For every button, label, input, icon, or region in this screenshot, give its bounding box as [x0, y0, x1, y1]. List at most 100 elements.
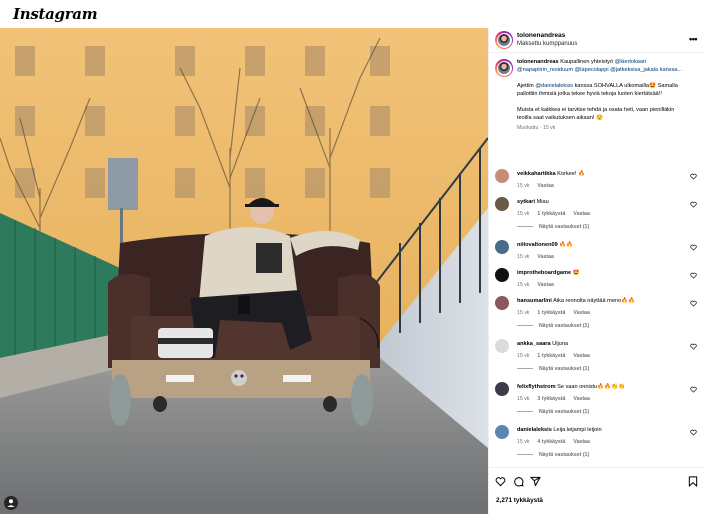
- comment-body: niilovaltonen09 🔥🔥: [517, 242, 573, 248]
- comment-username[interactable]: hansumarlini: [517, 298, 552, 304]
- comment-text: Se vaan onnistu🔥🔥👏👏: [557, 384, 626, 390]
- comment-avatar[interactable]: [495, 240, 509, 254]
- caption-edited-time: Muokattu · 15 vk: [517, 125, 556, 131]
- heart-icon[interactable]: [690, 386, 697, 393]
- view-replies-button[interactable]: Näytä vastaukset (1): [517, 409, 589, 415]
- comment-username[interactable]: niilovaltonen09: [517, 242, 558, 248]
- user-tag-button[interactable]: [4, 496, 18, 510]
- comment-username[interactable]: danielaleksis: [517, 427, 552, 433]
- comment-icon[interactable]: [513, 476, 524, 487]
- comment-text: Aika rennolta näyttää meno🔥🔥: [553, 298, 636, 304]
- view-replies-label: Näytä vastaukset (1): [539, 366, 590, 372]
- post-header: tolonenandreas Maksettu kumppanuus •••: [489, 28, 705, 53]
- more-icon[interactable]: •••: [689, 34, 697, 44]
- heart-icon[interactable]: [690, 300, 697, 307]
- comment-avatar[interactable]: [495, 296, 509, 310]
- comment-time: 15 vk: [517, 282, 530, 288]
- reply-button[interactable]: Vastaa: [537, 254, 553, 260]
- comment-username[interactable]: sytkari: [517, 199, 535, 205]
- comment-username[interactable]: improtheboardgame: [517, 270, 571, 276]
- reply-button[interactable]: Vastaa: [573, 211, 589, 217]
- heart-icon[interactable]: [690, 343, 697, 350]
- comment-like-count[interactable]: 4 tykkäystä: [537, 439, 565, 445]
- heart-icon[interactable]: [690, 429, 697, 436]
- comment-text: Korkee! 🔥: [557, 171, 585, 177]
- comment-avatar[interactable]: [495, 169, 509, 183]
- post-photo-illustration: [0, 28, 488, 514]
- comment-text: Leija leijampi leijoin: [553, 427, 602, 433]
- comment-like-count[interactable]: 1 tykkäystä: [537, 353, 565, 359]
- comment-username[interactable]: veikkahartikka: [517, 171, 556, 177]
- caption-line-2[interactable]: @napapiirin_residuum @lapecolappi @jatke…: [517, 66, 682, 74]
- comment-like-count[interactable]: 3 tykkäystä: [537, 396, 565, 402]
- comments-scroll[interactable]: tolonenandreas Kaupallinen yhteistyö @ki…: [489, 53, 705, 467]
- caption-text: Ajettiin: [517, 83, 536, 89]
- comment-time: 15 vk: [517, 183, 530, 189]
- reply-button[interactable]: Vastaa: [573, 396, 589, 402]
- like-count[interactable]: 2,271 tykkäystä: [496, 497, 543, 504]
- comment-time: 15 vk: [517, 396, 530, 402]
- user-tag-icon: [7, 499, 15, 507]
- caption-tag[interactable]: @kiertokaari: [615, 59, 646, 65]
- bookmark-icon[interactable]: [688, 476, 698, 487]
- post-actions: 2,271 tykkäystä: [489, 467, 705, 514]
- comment-meta: 15 vk 1 tykkäystä Vastaa: [517, 353, 598, 359]
- caption-mention[interactable]: @danielaleksis: [535, 83, 573, 89]
- comment-time: 15 vk: [517, 439, 530, 445]
- comment-meta: 15 vk 4 tykkäystä Vastaa: [517, 439, 598, 445]
- comment-meta: 15 vk 1 tykkäystä Vastaa: [517, 310, 598, 316]
- view-replies-button[interactable]: Näytä vastaukset (1): [517, 224, 589, 230]
- reply-button[interactable]: Vastaa: [573, 439, 589, 445]
- reply-button[interactable]: Vastaa: [537, 282, 553, 288]
- comment-meta: 15 vk 1 tykkäystä Vastaa: [517, 211, 598, 217]
- comment-avatar[interactable]: [495, 382, 509, 396]
- comment-body: sytkari Miau: [517, 199, 549, 205]
- caption-line-6: teoilla saat vaikutuksen aikaan! 😌: [517, 115, 603, 121]
- reply-button[interactable]: Vastaa: [537, 183, 553, 189]
- comment-time: 15 vk: [517, 254, 530, 260]
- caption-line-1: tolonenandreas Kaupallinen yhteistyö @ki…: [517, 58, 646, 66]
- author-avatar[interactable]: [495, 31, 513, 49]
- heart-icon[interactable]: [690, 201, 697, 208]
- view-replies-button[interactable]: Näytä vastaukset (1): [517, 452, 589, 458]
- heart-icon[interactable]: [690, 272, 697, 279]
- comment-text: Miau: [536, 199, 549, 205]
- comment-item: sytkari Miau 15 vk 1 tykkäystä Vastaa Näytä …: [489, 197, 705, 237]
- comment-avatar[interactable]: [495, 425, 509, 439]
- caption-line-5: Muista et kaikkea ei tarvitse tehdä ja o…: [517, 107, 675, 113]
- paid-partnership-label[interactable]: Maksettu kumppanuus: [517, 41, 577, 47]
- comment-item: danielaleksis Leija leijampi leijoin 15 v…: [489, 425, 705, 465]
- comment-text: Uijuna: [552, 341, 569, 347]
- comment-body: veikkahartikka Korkee! 🔥: [517, 171, 585, 177]
- caption-author-avatar[interactable]: [495, 59, 513, 77]
- comment-body: improtheboardgame 🤩: [517, 270, 580, 276]
- reply-button[interactable]: Vastaa: [573, 353, 589, 359]
- caption-line-3: Ajettiin @danielaleksis kanssa SOHVALLA …: [517, 82, 678, 90]
- instagram-logo[interactable]: Instagram: [13, 5, 98, 23]
- caption-username[interactable]: tolonenandreas: [517, 59, 559, 65]
- view-replies-button[interactable]: Näytä vastaukset (1): [517, 366, 589, 372]
- comment-avatar[interactable]: [495, 268, 509, 282]
- comment-like-count[interactable]: 1 tykkäystä: [537, 310, 565, 316]
- comment-username[interactable]: felixflythstrom: [517, 384, 556, 390]
- comment-avatar[interactable]: [495, 339, 509, 353]
- view-replies-button[interactable]: Näytä vastaukset (1): [517, 323, 589, 329]
- view-replies-label: Näytä vastaukset (1): [539, 323, 590, 329]
- view-replies-label: Näytä vastaukset (1): [539, 409, 590, 415]
- comment-meta: 15 vk Vastaa: [517, 183, 562, 189]
- comment-time: 15 vk: [517, 211, 530, 217]
- heart-icon[interactable]: [495, 476, 506, 487]
- comment-username[interactable]: ankka_saara: [517, 341, 551, 347]
- heart-icon[interactable]: [690, 173, 697, 180]
- heart-icon[interactable]: [690, 244, 697, 251]
- comment-meta: 15 vk Vastaa: [517, 254, 562, 260]
- reply-button[interactable]: Vastaa: [573, 310, 589, 316]
- author-username[interactable]: tolonenandreas: [517, 32, 565, 39]
- comment-item: hansumarlini Aika rennolta näyttää meno🔥…: [489, 296, 705, 336]
- view-replies-label: Näytä vastaukset (1): [539, 452, 590, 458]
- post-image[interactable]: [0, 28, 488, 514]
- comment-like-count[interactable]: 1 tykkäystä: [537, 211, 565, 217]
- share-icon[interactable]: [530, 476, 541, 487]
- comment-meta: 15 vk Vastaa: [517, 282, 562, 288]
- comment-avatar[interactable]: [495, 197, 509, 211]
